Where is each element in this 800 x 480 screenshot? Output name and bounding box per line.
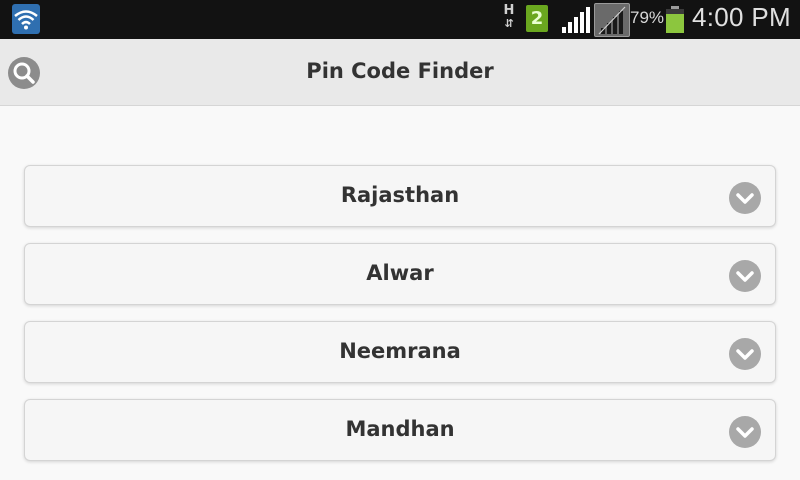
list-item-label: Neemrana bbox=[339, 339, 461, 363]
sim-icon: 2 bbox=[526, 5, 548, 32]
battery-icon bbox=[666, 6, 684, 33]
clock: 4:00 PM bbox=[692, 2, 791, 32]
list-item-alwar[interactable]: Alwar bbox=[24, 243, 776, 305]
list-item-rajasthan[interactable]: Rajasthan bbox=[24, 165, 776, 227]
data-activity-icon: H ⇵ bbox=[503, 3, 515, 30]
app-header: Pin Code Finder bbox=[0, 39, 800, 106]
list-item-label: Mandhan bbox=[345, 417, 455, 441]
chevron-down-icon[interactable] bbox=[729, 182, 761, 214]
list-item-label: Alwar bbox=[366, 261, 434, 285]
chevron-down-icon[interactable] bbox=[729, 338, 761, 370]
list-item-label: Rajasthan bbox=[340, 183, 460, 207]
status-bar: H ⇵ 2 79% 4:00 PM bbox=[0, 0, 800, 39]
battery-percent: 79% bbox=[630, 8, 665, 27]
page-title: Pin Code Finder bbox=[306, 59, 494, 83]
network-type-label: H bbox=[503, 3, 515, 18]
location-list: Rajasthan Alwar Neemrana Mandhan bbox=[24, 165, 776, 477]
chevron-down-icon[interactable] bbox=[729, 260, 761, 292]
signal-icon-secondary bbox=[594, 3, 630, 37]
signal-icon bbox=[560, 7, 590, 33]
list-item-mandhan[interactable]: Mandhan bbox=[24, 399, 776, 461]
chevron-down-icon[interactable] bbox=[729, 416, 761, 448]
wifi-icon bbox=[12, 4, 40, 34]
list-item-neemrana[interactable]: Neemrana bbox=[24, 321, 776, 383]
sim-slot-label: 2 bbox=[530, 8, 544, 29]
